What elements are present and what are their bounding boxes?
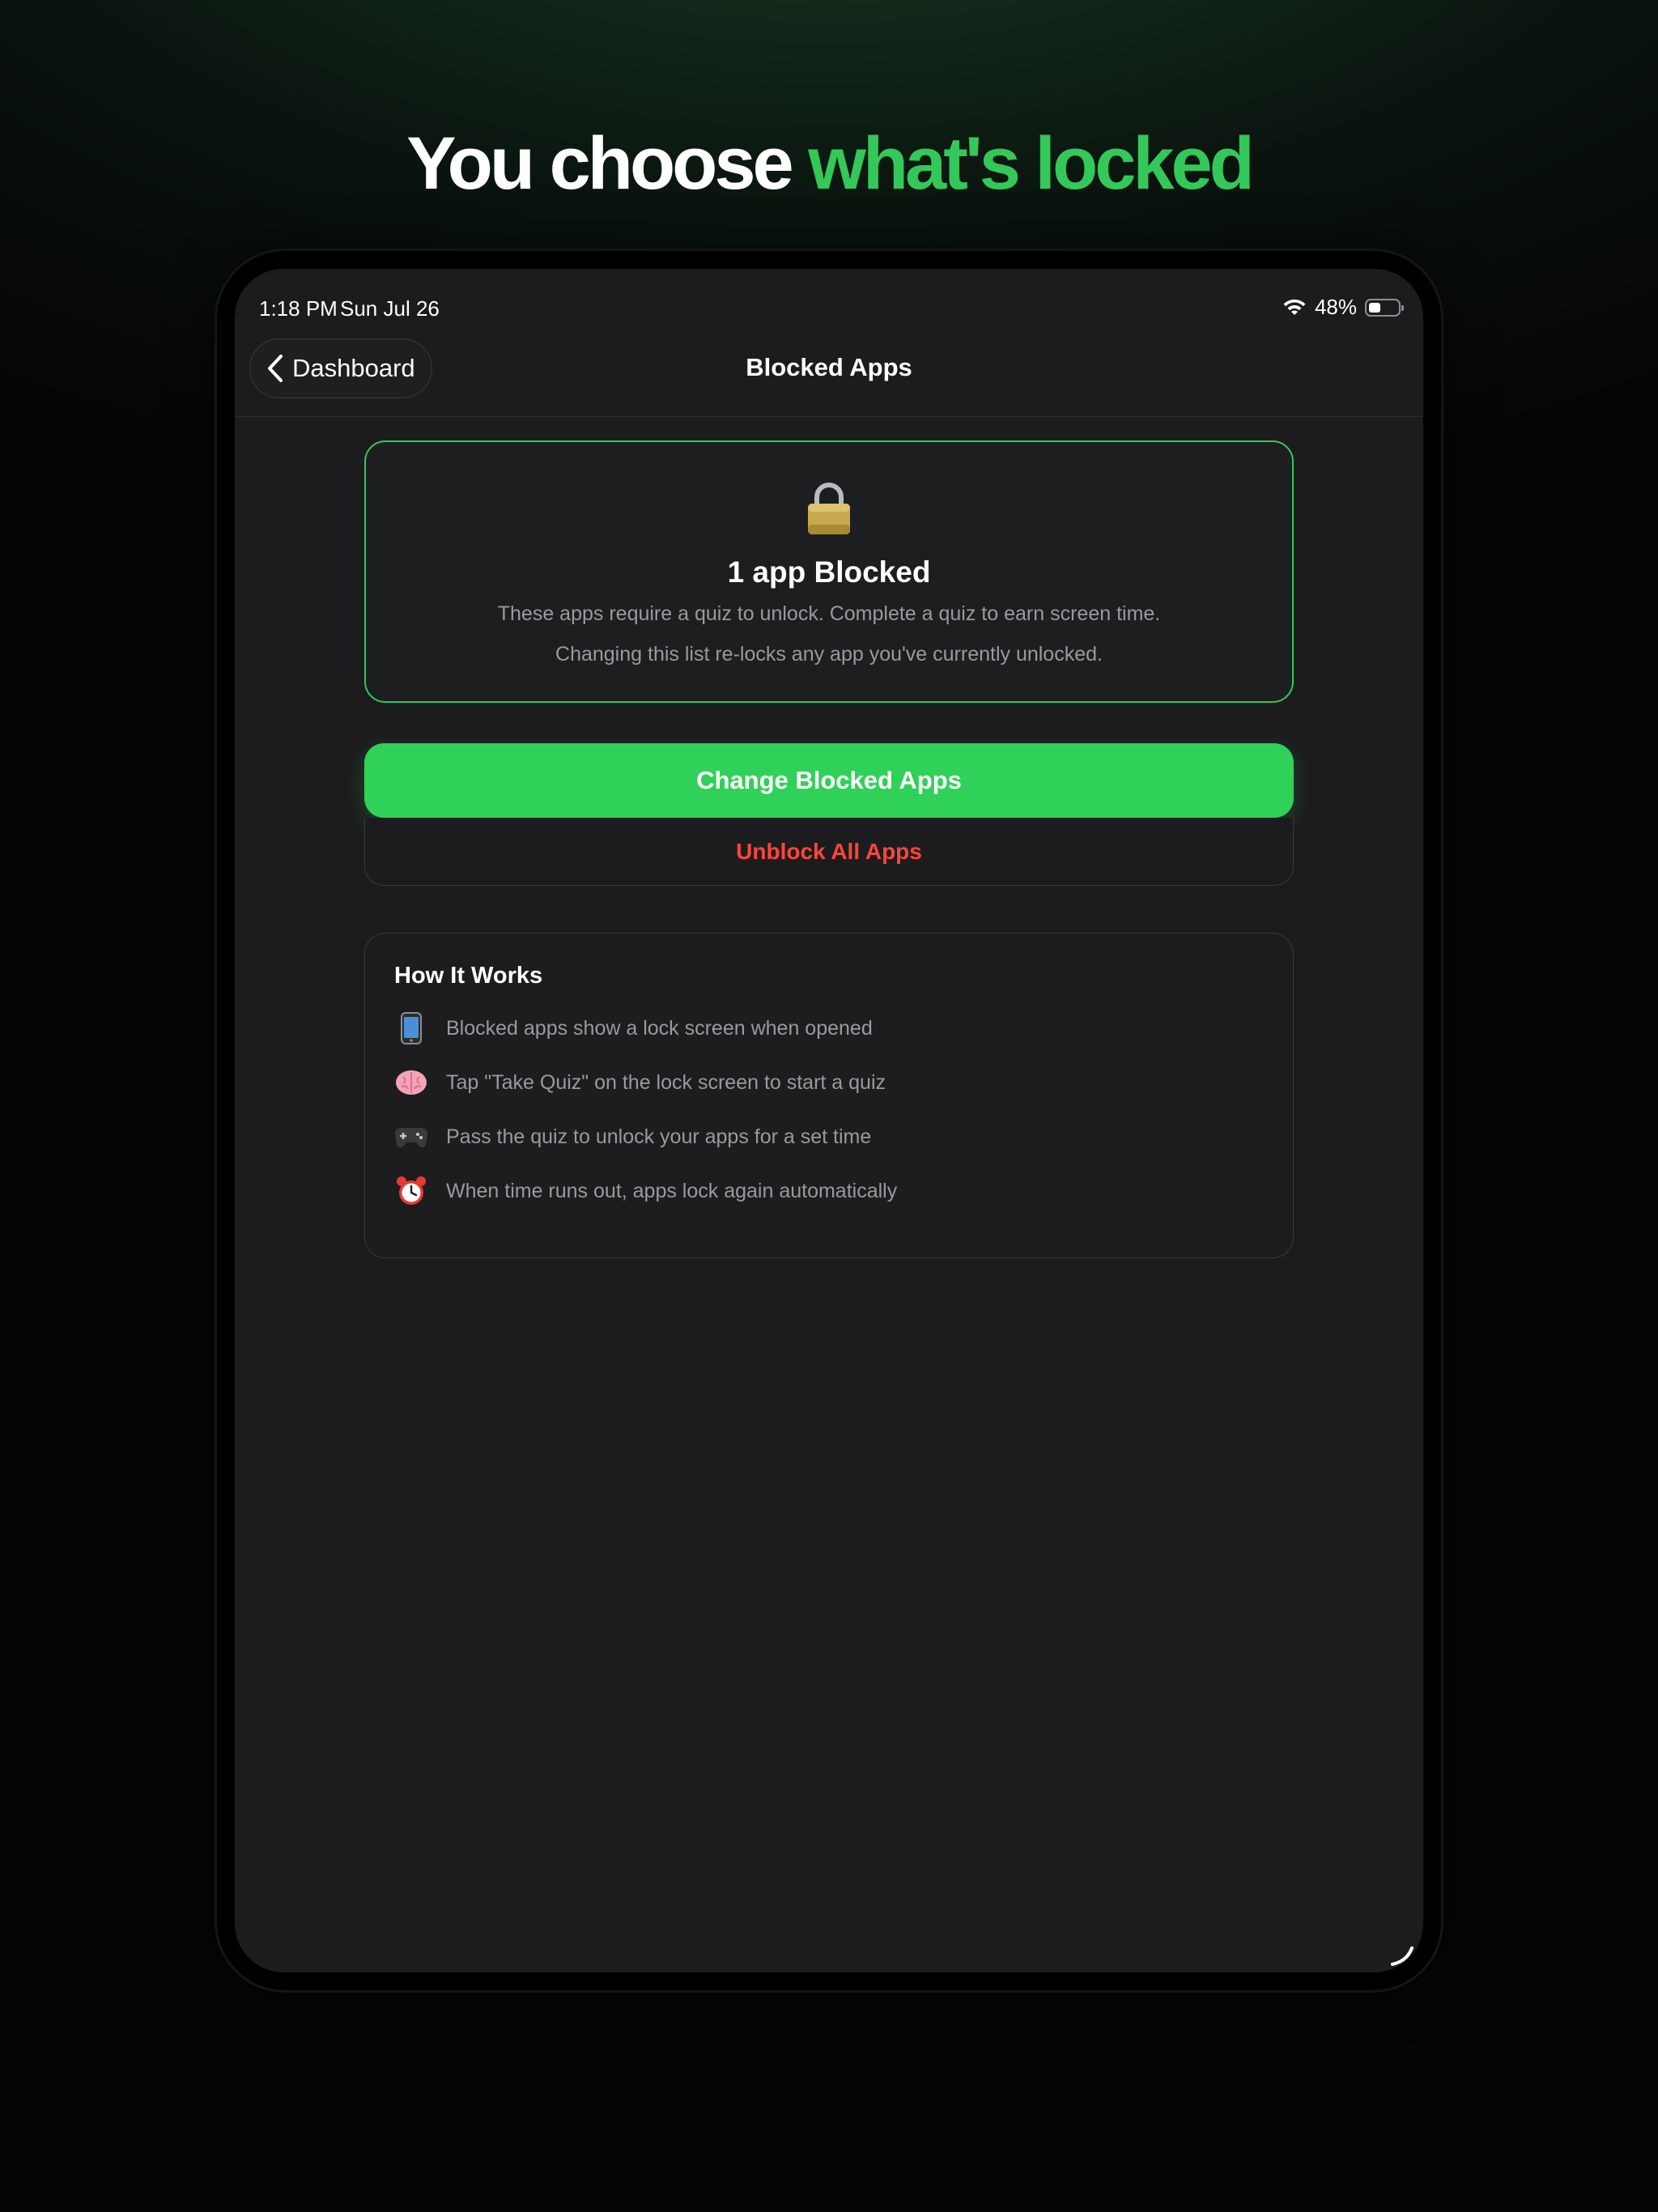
- unblock-all-apps-button[interactable]: Unblock All Apps: [364, 818, 1294, 886]
- step-text: When time runs out, apps lock again auto…: [446, 1179, 898, 1202]
- list-item: Tap "Take Quiz" on the lock screen to st…: [394, 1066, 886, 1100]
- blocked-count-title: 1 app Blocked: [727, 555, 931, 589]
- status-bar: 1:18 PM Sun Jul 26 48%: [235, 269, 1423, 321]
- alarm-clock-icon: [394, 1174, 428, 1208]
- list-item: Blocked apps show a lock screen when ope…: [394, 1011, 873, 1045]
- gamepad-icon: [394, 1120, 428, 1154]
- phone-icon: [394, 1011, 428, 1045]
- how-it-works-card: How It Works Blocked apps show a lock sc…: [364, 933, 1294, 1258]
- tablet-frame: 1:18 PM Sun Jul 26 48% Dashboard Blocked…: [217, 251, 1441, 1990]
- list-item: Pass the quiz to unlock your apps for a …: [394, 1120, 871, 1154]
- blocked-description: These apps require a quiz to unlock. Com…: [497, 602, 1161, 625]
- navigation-bar: Dashboard Blocked Apps: [235, 317, 1423, 417]
- step-text: Blocked apps show a lock screen when ope…: [446, 1016, 873, 1040]
- headline-text: You choose: [406, 122, 794, 205]
- tablet-screen: 1:18 PM Sun Jul 26 48% Dashboard Blocked…: [235, 269, 1423, 1972]
- step-text: Pass the quiz to unlock your apps for a …: [446, 1125, 872, 1148]
- brain-icon: [394, 1066, 428, 1100]
- list-item: When time runs out, apps lock again auto…: [394, 1174, 897, 1208]
- change-blocked-apps-button[interactable]: Change Blocked Apps: [364, 743, 1294, 818]
- step-text: Tap "Take Quiz" on the lock screen to st…: [446, 1070, 886, 1094]
- how-it-works-title: How It Works: [394, 963, 543, 989]
- battery-percent: 48%: [1314, 295, 1357, 319]
- headline-accent-text: what's locked: [808, 122, 1255, 205]
- lock-icon: [808, 483, 850, 534]
- relock-warning: Changing this list re-locks any app you'…: [555, 643, 1103, 666]
- blocked-summary-card: 1 app Blocked These apps require a quiz …: [364, 440, 1294, 703]
- scribble-corner-icon: [1391, 1946, 1414, 1966]
- page-title: Blocked Apps: [746, 353, 912, 381]
- battery-icon: [1365, 298, 1404, 317]
- main-content: 1 app Blocked These apps require a quiz …: [364, 440, 1294, 1258]
- wifi-icon: [1283, 299, 1306, 315]
- headline: You choose what's locked: [0, 121, 1658, 206]
